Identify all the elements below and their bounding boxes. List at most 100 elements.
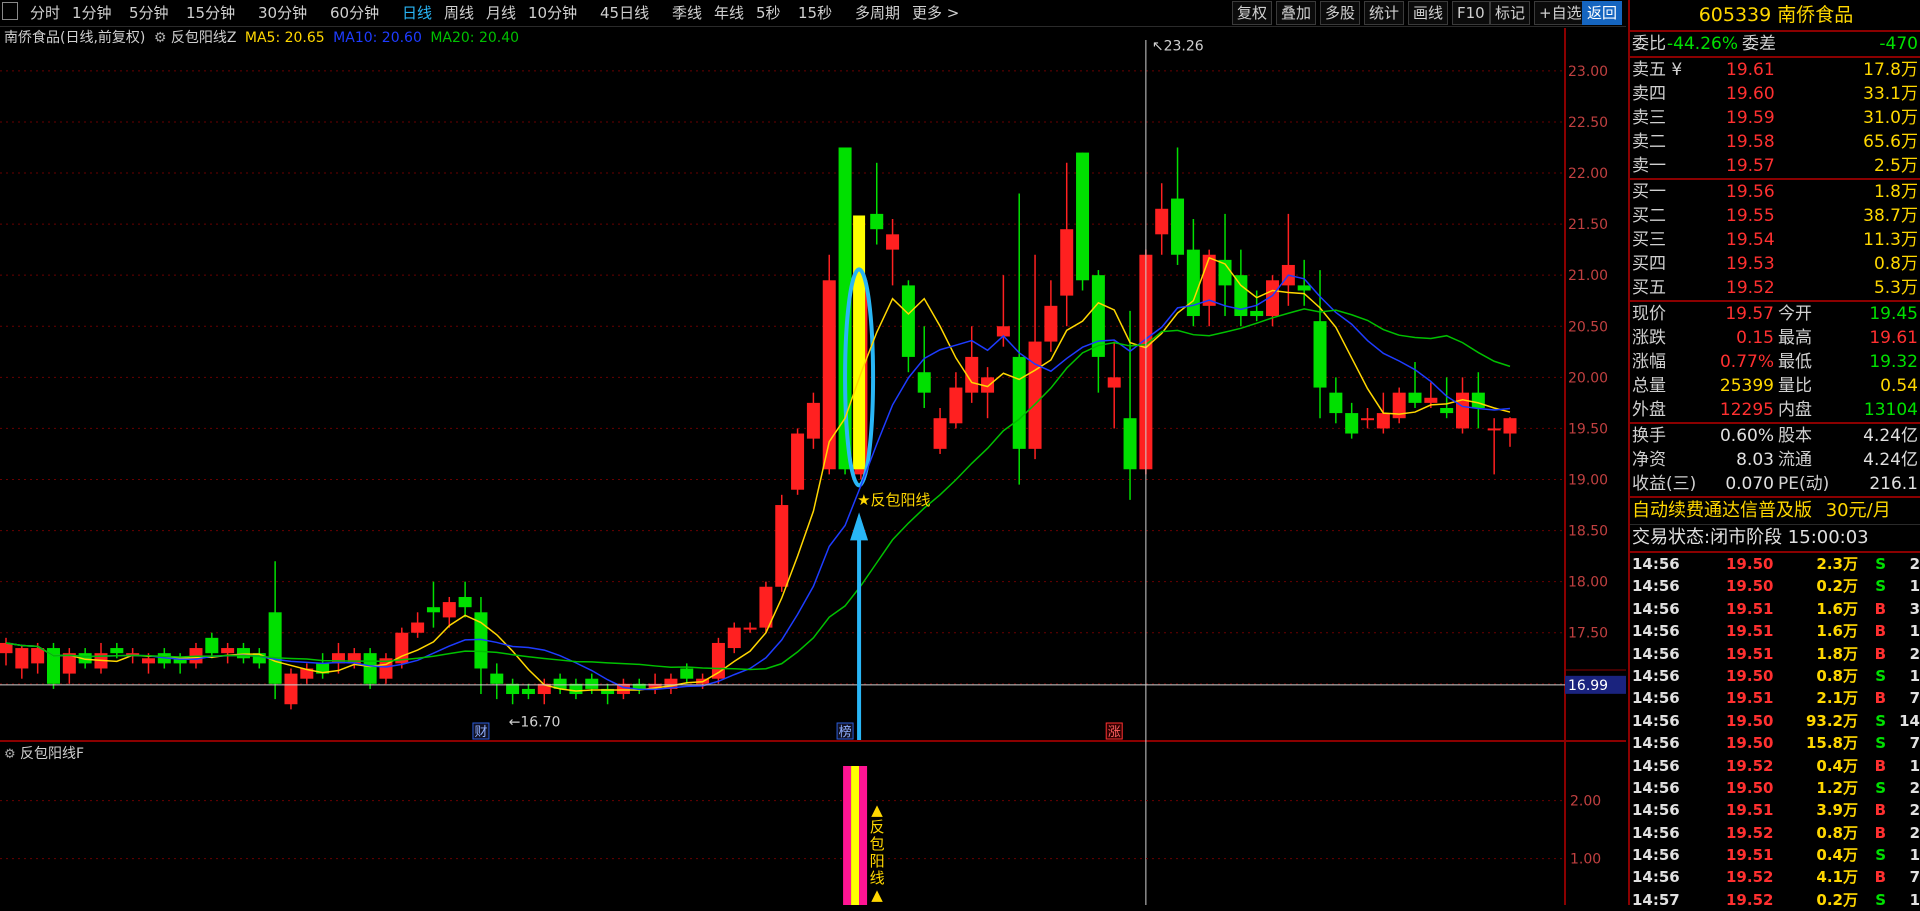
tick-price: 19.52 (1726, 756, 1774, 775)
order-price: 19.57 (1726, 156, 1775, 176)
tick-side: S (1875, 711, 1886, 730)
tick-side: B (1874, 823, 1886, 842)
tick-row: 14:56 19.50 1.2万 S 2 (1630, 777, 1920, 799)
order-volume: 33.1万 (1863, 84, 1918, 104)
sub-signal-bar (843, 766, 852, 905)
kline-chart[interactable]: 23.00 22.50 22.00 21.50 21.00 20.50 20.00 19.50… (0, 0, 1626, 905)
tick-row: 14:56 19.51 3.9万 B 2 (1630, 799, 1920, 821)
weicha-value: -470 (1879, 34, 1918, 54)
tick-time: 14:56 (1632, 689, 1680, 708)
tick-count: 7 (1909, 689, 1920, 708)
quote-title: 605339 南侨食品 (1630, 0, 1920, 32)
tick-volume: 2.1万 (1816, 689, 1858, 708)
tick-volume: 0.8万 (1816, 666, 1858, 685)
tick-count: 2 (1909, 801, 1920, 820)
tick-side: S (1875, 778, 1886, 797)
stat-label: 内盘 (1778, 400, 1812, 420)
tick-row: 14:56 19.52 0.4万 B 1 (1630, 755, 1920, 777)
order-label: 卖四 (1632, 84, 1666, 104)
promo-price: 30元/月 (1825, 500, 1891, 521)
signal-annotation: ★反包阳线 (857, 491, 930, 509)
candle-body (901, 285, 915, 357)
candle-body (506, 683, 520, 695)
stat-label: PE(动) (1778, 474, 1830, 494)
stat-value: 19.32 (1869, 352, 1918, 372)
candle-body (1345, 413, 1359, 434)
candle-body (791, 433, 805, 490)
order-price: 19.53 (1726, 254, 1775, 274)
tick-volume: 0.4万 (1816, 846, 1858, 865)
tick-list[interactable]: 14:56 19.50 2.3万 S 2 14:56 19.50 0.2万 S 1 14:56 19.… (1630, 553, 1920, 911)
tick-price: 19.50 (1726, 711, 1774, 730)
weibi-row: 委比 -44.26% 委差 -470 (1630, 32, 1920, 58)
tick-volume: 1.8万 (1816, 644, 1858, 663)
tick-side: B (1874, 622, 1886, 641)
order-label: 卖一 (1632, 156, 1666, 176)
tick-price: 19.51 (1726, 689, 1774, 708)
sell-row: 卖二 19.58 65.6万 (1630, 130, 1920, 154)
stat-label: 股本 (1778, 426, 1812, 446)
tick-volume: 0.8万 (1816, 823, 1858, 842)
tick-time: 14:56 (1632, 801, 1680, 820)
promo-banner[interactable]: 自动续费通达信普及版 30元/月 (1630, 498, 1920, 525)
tick-price: 19.51 (1726, 599, 1774, 618)
stat-value: 19.45 (1869, 304, 1918, 324)
tick-count: 2 (1909, 644, 1920, 663)
candle-body (1012, 356, 1026, 449)
candle-body (221, 648, 235, 654)
stat-value: 4.24亿 (1863, 426, 1918, 446)
candle-body (1408, 392, 1422, 403)
order-price: 19.58 (1726, 132, 1775, 152)
order-price: 19.52 (1726, 278, 1775, 298)
stat-value: 8.03 (1736, 450, 1774, 470)
candle-body (949, 387, 963, 424)
stat-value: 4.24亿 (1863, 450, 1918, 470)
tick-count: 1 (1909, 846, 1920, 865)
stock-name: 南侨食品 (1777, 4, 1854, 26)
candle-body (1503, 418, 1517, 434)
tick-count: 1 (1909, 666, 1920, 685)
tick-price: 19.52 (1726, 868, 1774, 887)
promo-text: 自动续费通达信普及版 (1632, 500, 1812, 521)
candle-body (1202, 254, 1216, 306)
tick-volume: 0.2万 (1816, 890, 1858, 909)
tick-row: 14:56 19.50 93.2万 S 14 (1630, 710, 1920, 732)
candle-body (806, 402, 820, 439)
tick-volume: 1.2万 (1816, 778, 1858, 797)
quote-panel: 605339 南侨食品 委比 -44.26% 委差 -470 卖五 ¥ 19.61… (1628, 0, 1920, 909)
tick-time: 14:56 (1632, 711, 1680, 730)
sub-signal-bar (859, 766, 868, 905)
stat-value: 0.15 (1736, 328, 1774, 348)
tick-time: 14:56 (1632, 666, 1680, 685)
candle-body (1471, 392, 1485, 408)
sell-orders: 卖五 ¥ 19.61 17.8万 卖四 19.60 33.1万 卖三 19.59 31.0万 卖二… (1630, 58, 1920, 180)
candle-body (1060, 229, 1074, 296)
tick-volume: 1.6万 (1816, 599, 1858, 618)
tick-time: 14:56 (1632, 846, 1680, 865)
candle-body (1487, 428, 1501, 431)
buy-orders: 买一 19.56 1.8万 买二 19.55 38.7万 买三 19.54 11.3万 买四 19.… (1630, 180, 1920, 302)
order-volume: 17.8万 (1863, 60, 1918, 80)
stat-label: 涨幅 (1632, 352, 1666, 372)
order-volume: 2.5万 (1873, 156, 1918, 176)
candle-body (1297, 285, 1311, 291)
buy-row: 买三 19.54 11.3万 (1630, 228, 1920, 252)
tick-side: S (1875, 577, 1886, 596)
stat-label: 净资 (1632, 450, 1666, 470)
stat-value: 0.60% (1719, 426, 1774, 446)
signal-arrow-head (850, 512, 869, 541)
tick-row: 14:56 19.52 4.1万 B 7 (1630, 866, 1920, 888)
candle-body (1171, 198, 1185, 255)
tick-side: B (1874, 689, 1886, 708)
candle-body (426, 607, 440, 613)
tick-row: 14:56 19.51 2.1万 B 7 (1630, 687, 1920, 709)
y-tick-label: 18.50 (1568, 524, 1608, 540)
tick-volume: 0.2万 (1816, 577, 1858, 596)
candle-body (1376, 413, 1390, 429)
candle-body (1076, 152, 1090, 281)
tick-volume: 93.2万 (1805, 711, 1858, 730)
candle-body (1044, 305, 1058, 342)
candle-body (1361, 418, 1375, 421)
stat-label: 最低 (1778, 352, 1812, 372)
tick-count: 7 (1909, 734, 1920, 753)
